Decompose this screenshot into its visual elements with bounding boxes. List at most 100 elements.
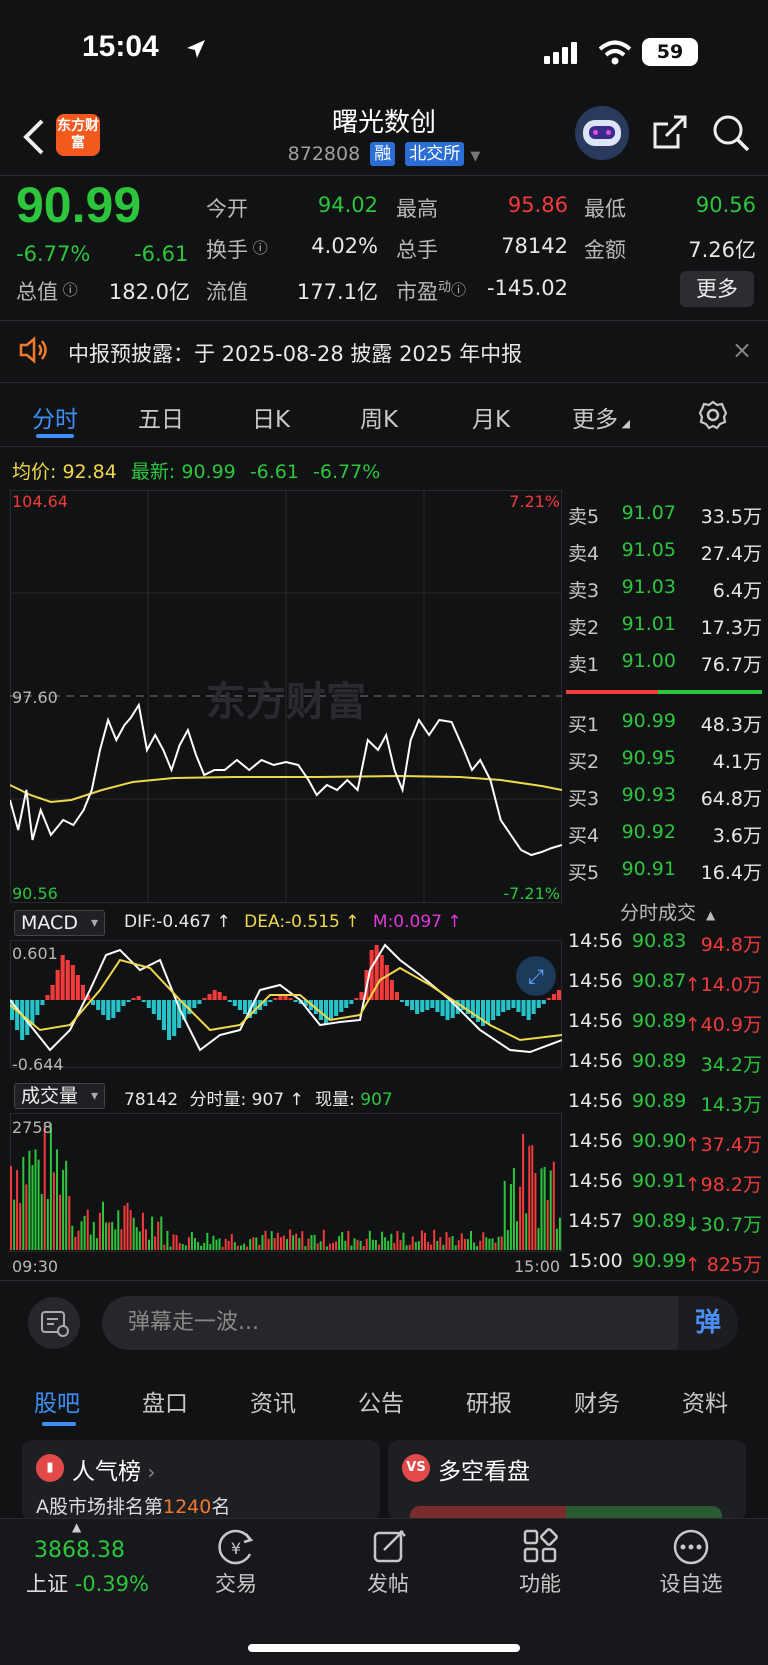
volume-bar (138, 1231, 141, 1250)
tab-profile[interactable]: 资料 (682, 1384, 728, 1418)
volume-bar (445, 1232, 448, 1250)
ob-price: 91.05 (621, 539, 676, 561)
ask-row[interactable]: 卖3 91.03 6.4万 (566, 576, 762, 613)
index-value[interactable]: 3868.38 (34, 1538, 125, 1563)
volume-bar (209, 1244, 212, 1250)
intraday-chart[interactable]: 东方财富 (10, 490, 562, 1277)
tab-research[interactable]: 研报 (466, 1384, 512, 1418)
turnover-label[interactable]: 换手 ⓘ (206, 234, 268, 264)
volume-bar (218, 1238, 221, 1250)
macd-selector[interactable]: MACD (14, 910, 105, 936)
long-short-card[interactable]: VS 多空看盘 (388, 1440, 746, 1520)
chart-divider (0, 1280, 768, 1281)
tab-guba[interactable]: 股吧 (34, 1384, 80, 1418)
post-button[interactable]: 发帖 (333, 1568, 443, 1598)
volume-bar (243, 1243, 246, 1250)
ask-row[interactable]: 卖5 91.07 33.5万 (566, 502, 762, 539)
volume-bar (74, 1236, 77, 1250)
more-button[interactable]: 更多 (680, 271, 754, 307)
volume-bar (411, 1236, 414, 1250)
volume-axis-max: 2758 (12, 1118, 53, 1137)
tick-row: 15:00 90.99 ↑ 825万 (566, 1250, 762, 1290)
volume-bar (558, 1217, 561, 1250)
volume-bar (184, 1245, 187, 1250)
index-row[interactable]: 上证 -0.39% (26, 1568, 149, 1598)
macd-bar (511, 1000, 516, 1008)
danmaku-send-button[interactable]: 弹 (678, 1296, 738, 1350)
macd-bar (541, 1000, 546, 1004)
volume-bar (148, 1239, 150, 1250)
ask-row[interactable]: 卖4 91.05 27.4万 (566, 539, 762, 576)
close-icon[interactable]: × (732, 336, 752, 364)
macd-bar (222, 996, 227, 1000)
trade-icon: ¥ (218, 1529, 254, 1565)
tab-more[interactable]: 更多 ◢ (572, 400, 630, 434)
tab-5day[interactable]: 五日 (138, 400, 184, 434)
search-icon[interactable] (712, 114, 750, 152)
volume-bar (503, 1180, 506, 1250)
gear-icon[interactable] (698, 400, 728, 430)
function-button[interactable]: 功能 (485, 1568, 595, 1598)
tab-month-k[interactable]: 月K (472, 400, 510, 434)
robot-assistant-icon[interactable] (575, 106, 629, 160)
longshort-title: 多空看盘 (438, 1459, 530, 1485)
open-label: 今开 (206, 197, 248, 221)
tab-news[interactable]: 资讯 (250, 1384, 296, 1418)
time-axis-start: 09:30 (12, 1257, 59, 1276)
ask-row[interactable]: 卖2 91.01 17.3万 (566, 613, 762, 650)
tab-intraday[interactable]: 分时 (32, 400, 78, 434)
macd-bar (339, 1000, 344, 1012)
macd-bar (101, 1000, 106, 1015)
macd-bar (60, 955, 65, 1000)
volume-selector[interactable]: 成交量 (14, 1083, 106, 1109)
macd-bar (35, 1000, 40, 1015)
battery-level: 59 (656, 41, 684, 63)
volume-bar (295, 1233, 298, 1250)
volume-bar (40, 1194, 43, 1250)
tick-header[interactable]: 分时成交 ▲ (620, 898, 715, 925)
volume-bar (95, 1238, 98, 1250)
macd-axis-max: 0.601 (12, 944, 58, 963)
volume-bar (25, 1184, 28, 1250)
bid-row[interactable]: 买2 90.95 4.1万 (566, 747, 762, 784)
chevron-down-icon: ▼ (470, 149, 481, 164)
tick-row: 14:57 90.89 ↓30.7万 (566, 1210, 762, 1250)
tab-announcements[interactable]: 公告 (358, 1384, 404, 1418)
popularity-card[interactable]: ▮ 人气榜 › A股市场排名第1240名 (22, 1440, 380, 1520)
tick-volume: ↑ 825万 (684, 1254, 762, 1276)
danmaku-input[interactable]: 弹幕走一波... (102, 1296, 710, 1350)
ask-row[interactable]: 卖1 91.00 76.7万 (566, 650, 762, 687)
bid-row[interactable]: 买5 90.91 16.4万 (566, 858, 762, 895)
bid-row[interactable]: 买1 90.99 48.3万 (566, 710, 762, 747)
bid-row[interactable]: 买4 90.92 3.6万 (566, 821, 762, 858)
tab-finance[interactable]: 财务 (574, 1384, 620, 1418)
pct-axis-top: 7.21% (509, 492, 560, 511)
expand-icon[interactable]: ⤢ (516, 956, 556, 996)
add-watchlist-button[interactable]: 设自选 (636, 1568, 746, 1598)
pct-axis-bottom: -7.21% (503, 884, 560, 903)
macd-bar (334, 1000, 339, 1016)
macd-bar (172, 1000, 177, 1036)
mktcap-label[interactable]: 总值 ⓘ (16, 276, 78, 306)
tick-time: 14:57 (568, 1210, 623, 1232)
bid-row[interactable]: 买3 90.93 64.8万 (566, 784, 762, 821)
share-icon[interactable] (652, 114, 688, 150)
tick-time: 14:56 (568, 1010, 623, 1032)
danmaku-toggle[interactable] (28, 1297, 80, 1349)
ob-price: 91.03 (621, 576, 676, 598)
tab-day-k[interactable]: 日K (252, 400, 290, 434)
tab-pankou[interactable]: 盘口 (142, 1384, 188, 1418)
volume-bar (249, 1239, 252, 1250)
chevron-right-icon: › (141, 1460, 156, 1484)
pe-label[interactable]: 市盈动ⓘ (396, 276, 466, 306)
volume-bar (485, 1237, 488, 1250)
tab-week-k[interactable]: 周K (360, 400, 398, 434)
tick-time: 14:56 (568, 970, 623, 992)
ob-price: 91.01 (621, 613, 676, 635)
volume-bar (335, 1241, 338, 1250)
trade-button[interactable]: 交易 (181, 1568, 291, 1598)
tick-volume: ↑98.2万 (684, 1174, 762, 1196)
caret-up-icon: ▲ (72, 1520, 82, 1534)
ob-volume: 27.4万 (700, 543, 762, 565)
macd-bar (197, 1000, 202, 1004)
